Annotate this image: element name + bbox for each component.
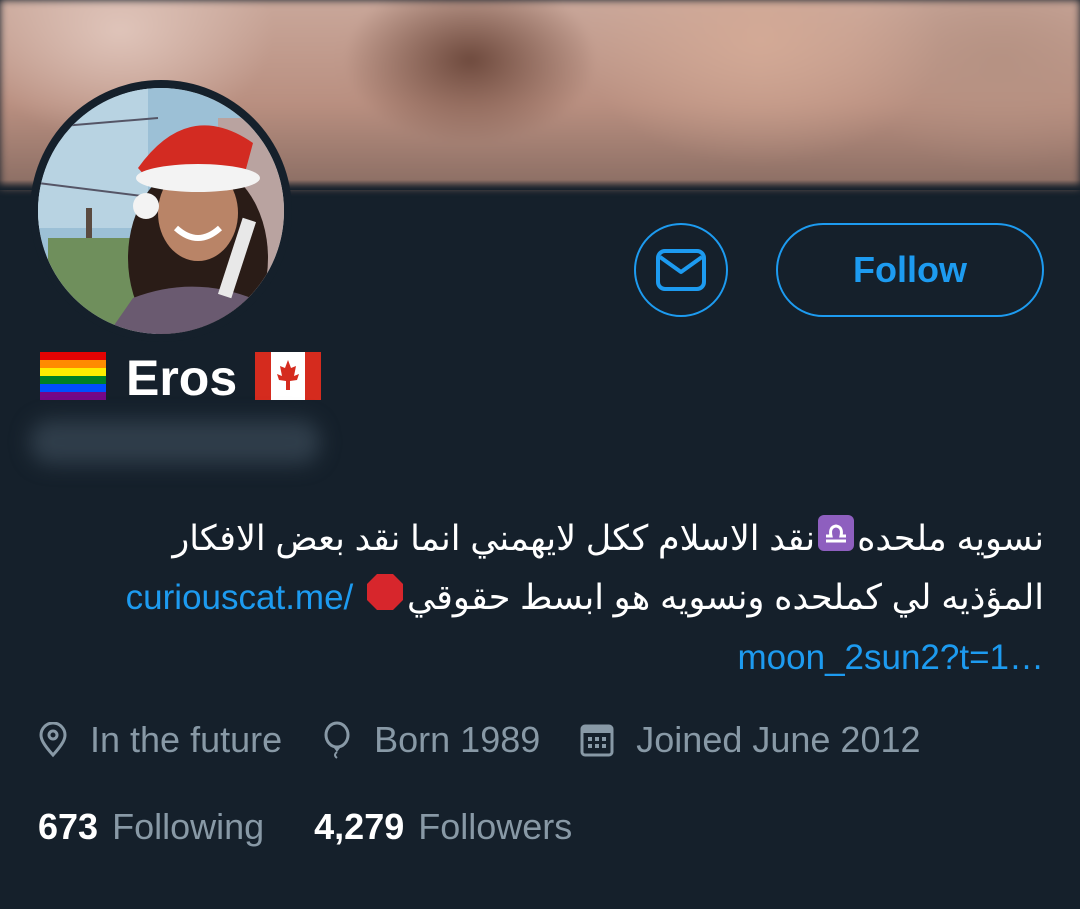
avatar-photo [38,88,284,334]
bio-line-1: نسويه ملحده نقد الاسلام ككل لايهمني انما … [44,510,1044,569]
followers-stat[interactable]: 4,279 Followers [314,806,572,848]
location-item: In the future [38,719,282,761]
calendar-icon [580,724,614,757]
stop-sign-icon [365,572,405,629]
follow-button[interactable]: Follow [776,223,1044,317]
following-count: 673 [38,806,99,847]
handle-redacted [30,420,320,464]
following-stat[interactable]: 673 Following [38,806,264,848]
joined-text: Joined June 2012 [636,719,921,760]
libra-icon [817,512,855,569]
following-label: Following [112,806,265,847]
balloon-icon [324,721,350,759]
bio-line-3: moon_2sun2?t=1… [44,629,1044,686]
joined-item: Joined June 2012 [580,719,921,761]
message-button[interactable] [634,223,728,317]
followers-label: Followers [418,806,573,847]
follow-stats: 673 Following 4,279 Followers [38,802,622,852]
bio-link-continued[interactable]: moon_2sun2?t=1… [738,638,1044,677]
bio-text-2: المؤذيه لي كملحده ونسويه هو ابسط حقوقي [407,578,1044,618]
followers-count: 4,279 [314,806,405,847]
profile-meta: In the future Born 1989 Joined June 2012 [38,714,961,766]
rainbow-flag-icon [40,351,106,405]
profile-bio: نسويه ملحده نقد الاسلام ككل لايهمني انما … [44,510,1044,686]
bio-text-1b: نقد الاسلام ككل لايهمني انما نقد بعض الا… [172,519,816,558]
bio-link[interactable]: curiouscat.me/ [126,578,354,617]
display-name: Eros [126,350,238,406]
birthday-item: Born 1989 [322,719,540,761]
location-text: In the future [90,719,283,760]
bio-line-2: المؤذيه لي كملحده ونسويه هو ابسط حقوقي c… [44,569,1044,628]
avatar[interactable] [38,88,284,334]
profile-screen: Follow Eros نسويه ملحدهنقد الاسلام ككل ل… [0,0,1080,909]
mail-icon [656,249,706,291]
location-pin-icon [39,722,67,758]
birthday-text: Born 1989 [374,719,541,760]
follow-button-label: Follow [853,249,967,290]
name-row: Eros [40,348,322,408]
canada-flag-icon [255,351,322,405]
bio-text-1: نسويه ملحده [857,519,1044,558]
